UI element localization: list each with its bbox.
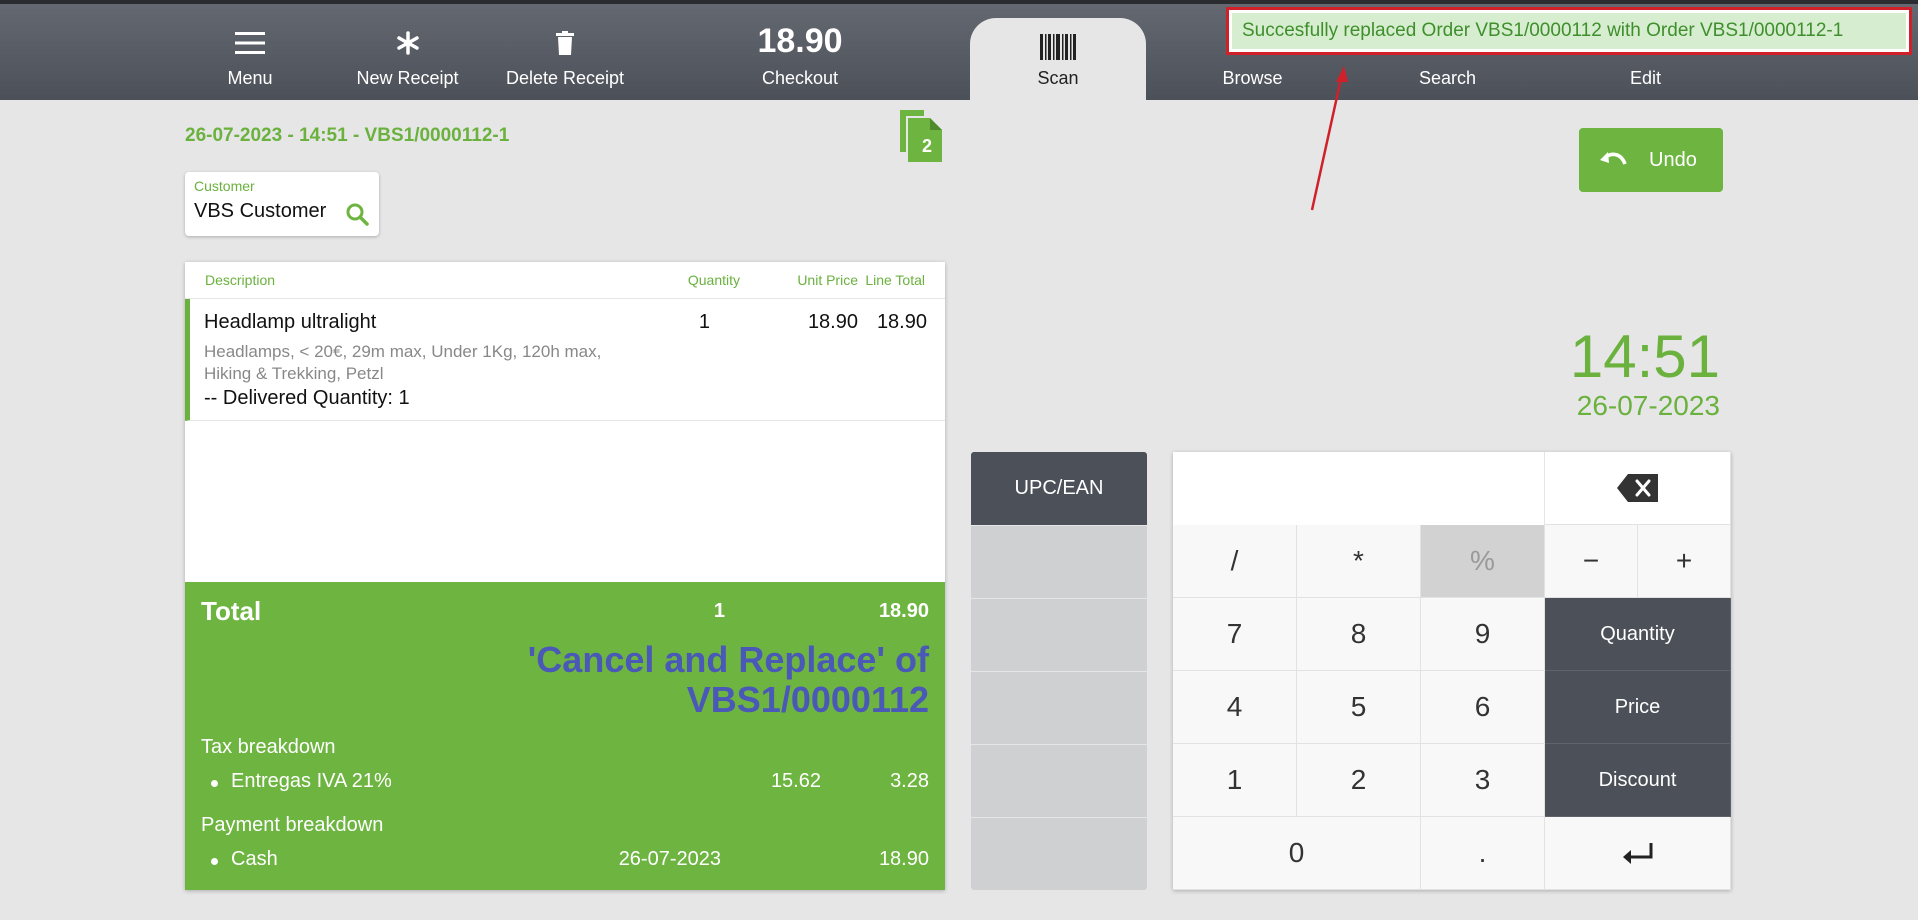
total-label: Total xyxy=(201,596,262,626)
payment-amount: 18.90 xyxy=(878,848,929,870)
notification-banner: Succesfully replaced Order VBS1/0000112 … xyxy=(1226,7,1912,55)
upc-ean-button[interactable]: UPC/EAN xyxy=(971,452,1147,525)
backspace-key[interactable] xyxy=(1545,452,1731,525)
checkout-button[interactable]: 18.90 Checkout xyxy=(735,4,865,104)
bullet xyxy=(211,858,218,865)
totals-panel: Total 1 18.90 'Cancel and Replace' of VB… xyxy=(185,582,945,890)
bullet xyxy=(211,780,218,787)
barcode-icon xyxy=(970,32,1146,62)
backspace-icon xyxy=(1616,474,1658,502)
undo-icon xyxy=(1600,152,1627,165)
header-line-total: Line Total xyxy=(865,272,925,288)
keypad-display[interactable] xyxy=(1173,452,1545,525)
payment-row: Cash 26-07-2023 18.90 xyxy=(201,848,929,874)
empty-slot xyxy=(971,598,1147,671)
key-7[interactable]: 7 xyxy=(1173,598,1297,671)
key-plus[interactable]: + xyxy=(1638,525,1731,598)
checkout-amount: 18.90 xyxy=(757,22,843,60)
empty-slot xyxy=(971,525,1147,598)
key-1[interactable]: 1 xyxy=(1173,744,1297,817)
tax-name: Entregas IVA 21% xyxy=(231,770,392,792)
key-dot[interactable]: . xyxy=(1421,817,1545,890)
tab-scan[interactable]: Scan xyxy=(970,18,1146,108)
key-slash[interactable]: / xyxy=(1173,525,1297,598)
receipt-panel: Description Quantity Unit Price Line Tot… xyxy=(185,262,945,890)
key-minus[interactable]: − xyxy=(1545,525,1638,598)
menu-label: Menu xyxy=(227,68,273,88)
line-name: Headlamp ultralight xyxy=(204,311,377,333)
tax-base: 15.62 xyxy=(770,770,821,792)
customer-value: VBS Customer xyxy=(194,200,327,222)
delete-receipt-label: Delete Receipt xyxy=(505,68,625,88)
total-quantity: 1 xyxy=(713,600,725,622)
asterisk-icon xyxy=(345,28,470,58)
header-description: Description xyxy=(205,272,276,288)
line-unit-price: 18.90 xyxy=(807,311,858,333)
scan-label: Scan xyxy=(1037,68,1079,88)
keypad: / * % − + 7 8 9 Quantity 4 5 6 Price 1 2… xyxy=(1173,452,1731,890)
line-quantity: 1 xyxy=(698,311,710,333)
empty-slot xyxy=(971,817,1147,890)
clock-date: 26-07-2023 xyxy=(1576,390,1720,421)
new-receipt-button[interactable]: New Receipt xyxy=(345,4,470,104)
empty-slot xyxy=(971,744,1147,817)
receipt-header: Description Quantity Unit Price Line Tot… xyxy=(185,262,945,299)
menu-button[interactable]: Menu xyxy=(200,4,300,104)
order-title: 26-07-2023 - 14:51 - VBS1/0000112-1 xyxy=(185,125,510,146)
key-6[interactable]: 6 xyxy=(1421,671,1545,744)
tax-row: Entregas IVA 21% 15.62 3.28 xyxy=(201,770,929,796)
quantity-button[interactable]: Quantity xyxy=(1545,598,1731,671)
price-button[interactable]: Price xyxy=(1545,671,1731,744)
discount-button[interactable]: Discount xyxy=(1545,744,1731,817)
payment-breakdown-label: Payment breakdown xyxy=(201,814,384,836)
key-multiply[interactable]: * xyxy=(1297,525,1421,598)
key-9[interactable]: 9 xyxy=(1421,598,1545,671)
undo-button[interactable]: Undo xyxy=(1579,128,1723,192)
payment-name: Cash xyxy=(231,848,278,870)
notification-text: Succesfully replaced Order VBS1/0000112 … xyxy=(1232,13,1906,49)
clock-time: 14:51 xyxy=(1569,323,1720,390)
customer-label: Customer xyxy=(194,178,255,194)
key-percent[interactable]: % xyxy=(1421,525,1545,598)
key-2[interactable]: 2 xyxy=(1297,744,1421,817)
enter-key[interactable] xyxy=(1545,817,1731,890)
cancel-replace-note: 'Cancel and Replace' of VBS1/0000112 xyxy=(527,639,929,720)
edit-label: Edit xyxy=(1629,68,1662,88)
key-0[interactable]: 0 xyxy=(1173,817,1421,890)
line-total: 18.90 xyxy=(876,311,927,333)
total-amount: 18.90 xyxy=(878,600,929,622)
receipt-line[interactable]: Headlamp ultralight 1 18.90 18.90 Headla… xyxy=(185,299,945,421)
tax-breakdown-label: Tax breakdown xyxy=(201,736,336,758)
empty-slot xyxy=(971,671,1147,744)
browse-label: Browse xyxy=(1222,68,1283,88)
trash-icon xyxy=(495,28,635,58)
annotation-arrow xyxy=(1310,66,1348,211)
line-delivered: -- Delivered Quantity: 1 xyxy=(204,387,410,409)
new-receipt-label: New Receipt xyxy=(356,68,459,88)
key-3[interactable]: 3 xyxy=(1421,744,1545,817)
line-description: Headlamps, < 20€, 29m max, Under 1Kg, 12… xyxy=(204,342,602,383)
enter-icon xyxy=(1622,843,1652,864)
copies-count: 2 xyxy=(921,136,932,156)
search-label: Search xyxy=(1418,68,1477,88)
copies-icon[interactable]: 2 xyxy=(896,108,946,164)
undo-label: Undo xyxy=(1649,148,1697,171)
menu-icon xyxy=(200,28,300,58)
payment-date: 26-07-2023 xyxy=(618,848,721,870)
customer-field[interactable]: Customer VBS Customer xyxy=(185,172,379,236)
key-4[interactable]: 4 xyxy=(1173,671,1297,744)
tax-amount: 3.28 xyxy=(890,770,929,792)
header-unit-price: Unit Price xyxy=(797,272,858,288)
key-8[interactable]: 8 xyxy=(1297,598,1421,671)
header-quantity: Quantity xyxy=(687,272,740,288)
search-icon[interactable] xyxy=(345,202,369,231)
key-5[interactable]: 5 xyxy=(1297,671,1421,744)
checkout-label: Checkout xyxy=(761,68,839,88)
delete-receipt-button[interactable]: Delete Receipt xyxy=(495,4,635,104)
search-panel: UPC/EAN xyxy=(971,452,1147,890)
